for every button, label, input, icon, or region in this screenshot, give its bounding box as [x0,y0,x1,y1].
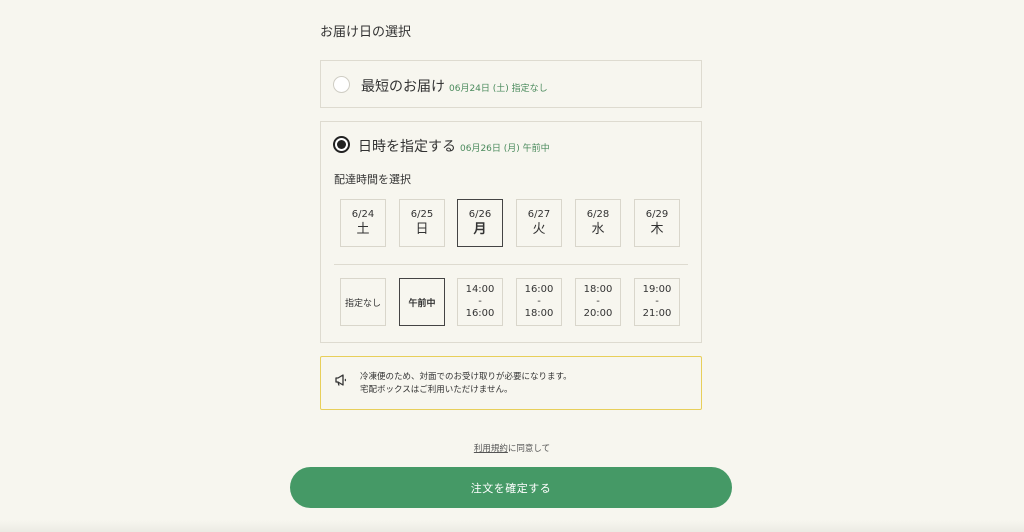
date-label: 6/28 [586,209,610,220]
time-label: 指定なし [344,298,381,309]
time-tile-18-20[interactable]: 18:00 - 20:00 [575,278,621,326]
terms-agreement: 利用規約に同意して [0,442,1024,454]
date-tile-2-selected[interactable]: 6/26 月 [457,199,503,247]
confirm-order-button[interactable]: 注文を確定する [290,467,732,508]
specify-sub-text: 06月26日 (月) 午前中 [460,144,550,154]
day-label: 火 [532,222,546,237]
frozen-delivery-notice: 冷凍便のため、対面でのお受け取りが必要になります。 宅配ボックスはご利用いただけ… [320,356,702,410]
specify-label-text: 日時を指定する [358,139,456,155]
delivery-date-section-title: お届け日の選択 [320,25,412,40]
date-tile-0[interactable]: 6/24 土 [340,199,386,247]
notice-line-1: 冷凍便のため、対面でのお受け取りが必要になります。 [360,372,572,382]
divider [334,264,688,265]
time-tile-19-21[interactable]: 19:00 - 21:00 [634,278,680,326]
time-tile-none[interactable]: 指定なし [340,278,386,326]
time-start: 14:00 [465,284,495,295]
date-label: 6/25 [410,209,434,220]
date-tile-5[interactable]: 6/29 木 [634,199,680,247]
fastest-delivery-option[interactable]: 最短のお届け 06月24日 (土) 指定なし [320,60,702,108]
date-label: 6/27 [527,209,551,220]
time-end: 18:00 [524,308,554,319]
time-end: 16:00 [465,308,495,319]
terms-link[interactable]: 利用規約 [474,444,508,454]
day-label: 日 [415,222,429,237]
day-label: 水 [591,222,605,237]
time-tile-morning-selected[interactable]: 午前中 [399,278,445,326]
time-end: 21:00 [642,308,672,319]
date-tile-3[interactable]: 6/27 火 [516,199,562,247]
date-label: 6/24 [351,209,375,220]
day-label: 木 [650,222,664,237]
date-label: 6/26 [468,209,492,220]
time-tile-14-16[interactable]: 14:00 - 16:00 [457,278,503,326]
specify-option-label: 日時を指定する 06月26日 (月) 午前中 [358,136,550,156]
date-tile-4[interactable]: 6/28 水 [575,199,621,247]
notice-line-2: 宅配ボックスはご利用いただけません。 [360,385,513,395]
fastest-sub-text: 06月24日 (土) 指定なし [449,84,548,94]
time-sep: - [478,296,482,307]
date-tile-1[interactable]: 6/25 日 [399,199,445,247]
fastest-radio[interactable] [333,76,350,93]
time-label: 午前中 [408,298,436,309]
page-bottom-edge [0,520,1024,532]
megaphone-icon [335,374,347,386]
time-start: 19:00 [642,284,672,295]
fastest-option-label: 最短のお届け 06月24日 (土) 指定なし [361,76,548,96]
time-end: 20:00 [583,308,613,319]
time-start: 16:00 [524,284,554,295]
time-start: 18:00 [583,284,613,295]
time-sep: - [596,296,600,307]
time-tile-16-18[interactable]: 16:00 - 18:00 [516,278,562,326]
day-label: 土 [356,222,370,237]
time-sep: - [537,296,541,307]
date-label: 6/29 [645,209,669,220]
specify-radio[interactable] [333,136,350,153]
day-label: 月 [473,222,487,237]
time-sep: - [655,296,659,307]
fastest-label-text: 最短のお届け [361,79,445,95]
delivery-time-title: 配達時間を選択 [334,173,411,186]
terms-suffix: に同意して [507,444,551,454]
notice-text: 冷凍便のため、対面でのお受け取りが必要になります。 宅配ボックスはご利用いただけ… [360,371,572,397]
